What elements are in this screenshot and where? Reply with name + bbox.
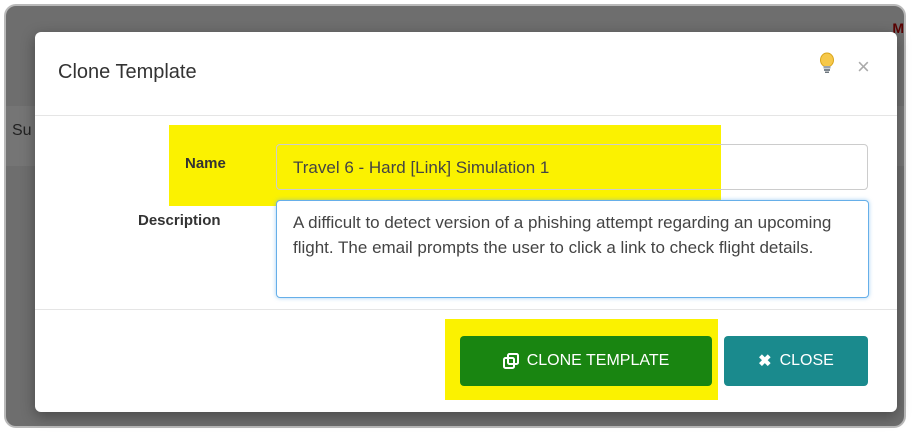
modal-footer-divider <box>35 309 897 310</box>
clone-template-button-label: CLONE TEMPLATE <box>526 352 670 369</box>
name-input[interactable]: Travel 6 - Hard [Link] Simulation 1 <box>276 144 868 190</box>
clone-template-modal: Clone Template × Name Travel 6 - Hard [L… <box>35 32 897 412</box>
description-label: Description <box>138 212 221 229</box>
lightbulb-icon[interactable] <box>818 52 836 74</box>
clone-icon <box>502 353 519 369</box>
background-column-text: Su <box>12 122 32 139</box>
close-icon[interactable]: × <box>857 56 870 78</box>
modal-title: Clone Template <box>58 61 197 83</box>
description-textarea[interactable]: A difficult to detect version of a phish… <box>276 200 869 298</box>
name-input-value: Travel 6 - Hard [Link] Simulation 1 <box>293 158 550 177</box>
close-button-label: CLOSE <box>779 352 834 369</box>
close-button[interactable]: ✖ CLOSE <box>724 336 868 386</box>
clone-template-button[interactable]: CLONE TEMPLATE <box>460 336 712 386</box>
modal-header: Clone Template × <box>35 32 897 116</box>
name-label: Name <box>185 155 226 172</box>
description-textarea-value: A difficult to detect version of a phish… <box>293 213 832 257</box>
times-icon: ✖ <box>758 353 772 370</box>
